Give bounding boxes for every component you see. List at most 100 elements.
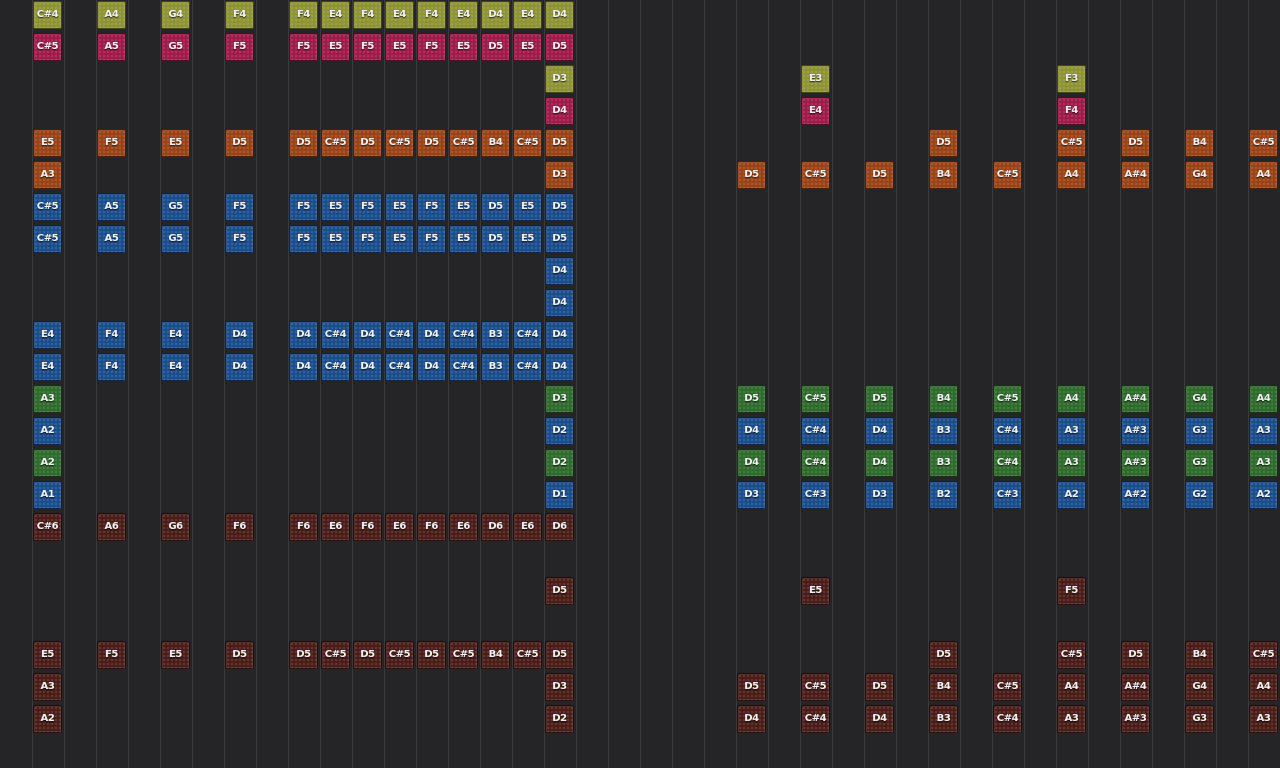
note-block[interactable]: E4 (385, 1, 414, 29)
note-block[interactable]: C#3 (993, 481, 1022, 509)
note-block[interactable]: C#5 (993, 673, 1022, 701)
note-block[interactable]: D5 (417, 641, 446, 669)
note-block[interactable]: B4 (481, 641, 510, 669)
note-block[interactable]: D5 (929, 129, 958, 157)
note-block[interactable]: D5 (545, 225, 574, 253)
note-block[interactable]: E5 (449, 33, 478, 61)
note-block[interactable]: D5 (737, 385, 766, 413)
note-block[interactable]: D5 (1121, 129, 1150, 157)
note-block[interactable]: F4 (289, 1, 318, 29)
note-block[interactable]: B3 (481, 353, 510, 381)
note-block[interactable]: D4 (737, 417, 766, 445)
note-block[interactable]: F4 (97, 321, 126, 349)
note-block[interactable]: F6 (289, 513, 318, 541)
note-block[interactable]: C#5 (449, 129, 478, 157)
note-block[interactable]: D5 (353, 641, 382, 669)
note-block[interactable]: C#5 (33, 225, 62, 253)
note-block[interactable]: C#5 (801, 673, 830, 701)
note-block[interactable]: A4 (1249, 673, 1278, 701)
note-block[interactable]: G2 (1185, 481, 1214, 509)
note-block[interactable]: D5 (545, 33, 574, 61)
note-block[interactable]: D5 (481, 193, 510, 221)
note-block[interactable]: D5 (481, 33, 510, 61)
note-block[interactable]: E4 (161, 353, 190, 381)
note-block[interactable]: A#4 (1121, 673, 1150, 701)
note-block[interactable]: D5 (417, 129, 446, 157)
note-block[interactable]: C#3 (801, 481, 830, 509)
note-block[interactable]: E6 (449, 513, 478, 541)
note-block[interactable]: D5 (481, 225, 510, 253)
note-block[interactable]: G4 (1185, 161, 1214, 189)
note-block[interactable]: D1 (545, 481, 574, 509)
note-block[interactable]: D4 (737, 449, 766, 477)
note-block[interactable]: D4 (545, 289, 574, 317)
pattern-grid[interactable]: C#4 A4 G4 F4 F4 E4 F4 E4 F4 E4 D4 E4 D4 C#5 A5 G5 F5 F5 E5… (0, 0, 1280, 768)
note-block[interactable]: G5 (161, 33, 190, 61)
note-block[interactable]: C#4 (385, 353, 414, 381)
note-block[interactable]: E5 (801, 577, 830, 605)
note-block[interactable]: A#2 (1121, 481, 1150, 509)
note-block[interactable]: A5 (97, 193, 126, 221)
note-block[interactable]: B2 (929, 481, 958, 509)
note-block[interactable]: F5 (353, 33, 382, 61)
note-block[interactable]: D4 (481, 1, 510, 29)
note-block[interactable]: C#5 (801, 385, 830, 413)
note-block[interactable]: A3 (33, 385, 62, 413)
note-block[interactable]: F5 (289, 225, 318, 253)
note-block[interactable]: E6 (385, 513, 414, 541)
note-block[interactable]: A4 (1249, 161, 1278, 189)
note-block[interactable]: F3 (1057, 65, 1086, 93)
note-block[interactable]: E6 (513, 513, 542, 541)
note-block[interactable]: G4 (1185, 673, 1214, 701)
note-block[interactable]: E4 (801, 97, 830, 125)
note-block[interactable]: B3 (929, 705, 958, 733)
note-block[interactable]: A#3 (1121, 449, 1150, 477)
note-block[interactable]: E4 (513, 1, 542, 29)
note-block[interactable]: C#4 (801, 449, 830, 477)
note-block[interactable]: A3 (1057, 705, 1086, 733)
note-block[interactable]: C#5 (1057, 641, 1086, 669)
note-block[interactable]: D5 (545, 193, 574, 221)
note-block[interactable]: E5 (321, 33, 350, 61)
note-block[interactable]: E5 (321, 193, 350, 221)
note-block[interactable]: A3 (1057, 417, 1086, 445)
note-block[interactable]: F4 (417, 1, 446, 29)
note-block[interactable]: F5 (289, 33, 318, 61)
note-block[interactable]: B4 (481, 129, 510, 157)
note-block[interactable]: A4 (1057, 673, 1086, 701)
note-block[interactable]: D5 (225, 641, 254, 669)
note-block[interactable]: C#5 (1249, 129, 1278, 157)
note-block[interactable]: D5 (1121, 641, 1150, 669)
note-block[interactable]: D5 (865, 161, 894, 189)
note-block[interactable]: G3 (1185, 449, 1214, 477)
note-block[interactable]: G3 (1185, 705, 1214, 733)
note-block[interactable]: E5 (161, 129, 190, 157)
note-block[interactable]: F5 (97, 641, 126, 669)
note-block[interactable]: A#4 (1121, 161, 1150, 189)
note-block[interactable]: D5 (289, 129, 318, 157)
note-block[interactable]: E5 (385, 225, 414, 253)
note-block[interactable]: A4 (1057, 385, 1086, 413)
note-block[interactable]: E4 (33, 321, 62, 349)
note-block[interactable]: C#4 (321, 321, 350, 349)
note-block[interactable]: B4 (929, 385, 958, 413)
note-block[interactable]: A4 (97, 1, 126, 29)
note-block[interactable]: A#3 (1121, 705, 1150, 733)
note-block[interactable]: D4 (737, 705, 766, 733)
note-block[interactable]: B3 (929, 417, 958, 445)
note-block[interactable]: D5 (929, 641, 958, 669)
note-block[interactable]: C#5 (385, 129, 414, 157)
note-block[interactable]: D5 (737, 161, 766, 189)
note-block[interactable]: D2 (545, 417, 574, 445)
note-block[interactable]: A2 (33, 417, 62, 445)
note-block[interactable]: C#5 (385, 641, 414, 669)
note-block[interactable]: D4 (865, 449, 894, 477)
note-block[interactable]: D3 (545, 161, 574, 189)
note-block[interactable]: C#4 (993, 449, 1022, 477)
note-block[interactable]: D3 (737, 481, 766, 509)
note-block[interactable]: A3 (33, 673, 62, 701)
note-block[interactable]: E3 (801, 65, 830, 93)
note-block[interactable]: A2 (33, 449, 62, 477)
note-block[interactable]: C#4 (449, 353, 478, 381)
note-block[interactable]: D4 (417, 353, 446, 381)
